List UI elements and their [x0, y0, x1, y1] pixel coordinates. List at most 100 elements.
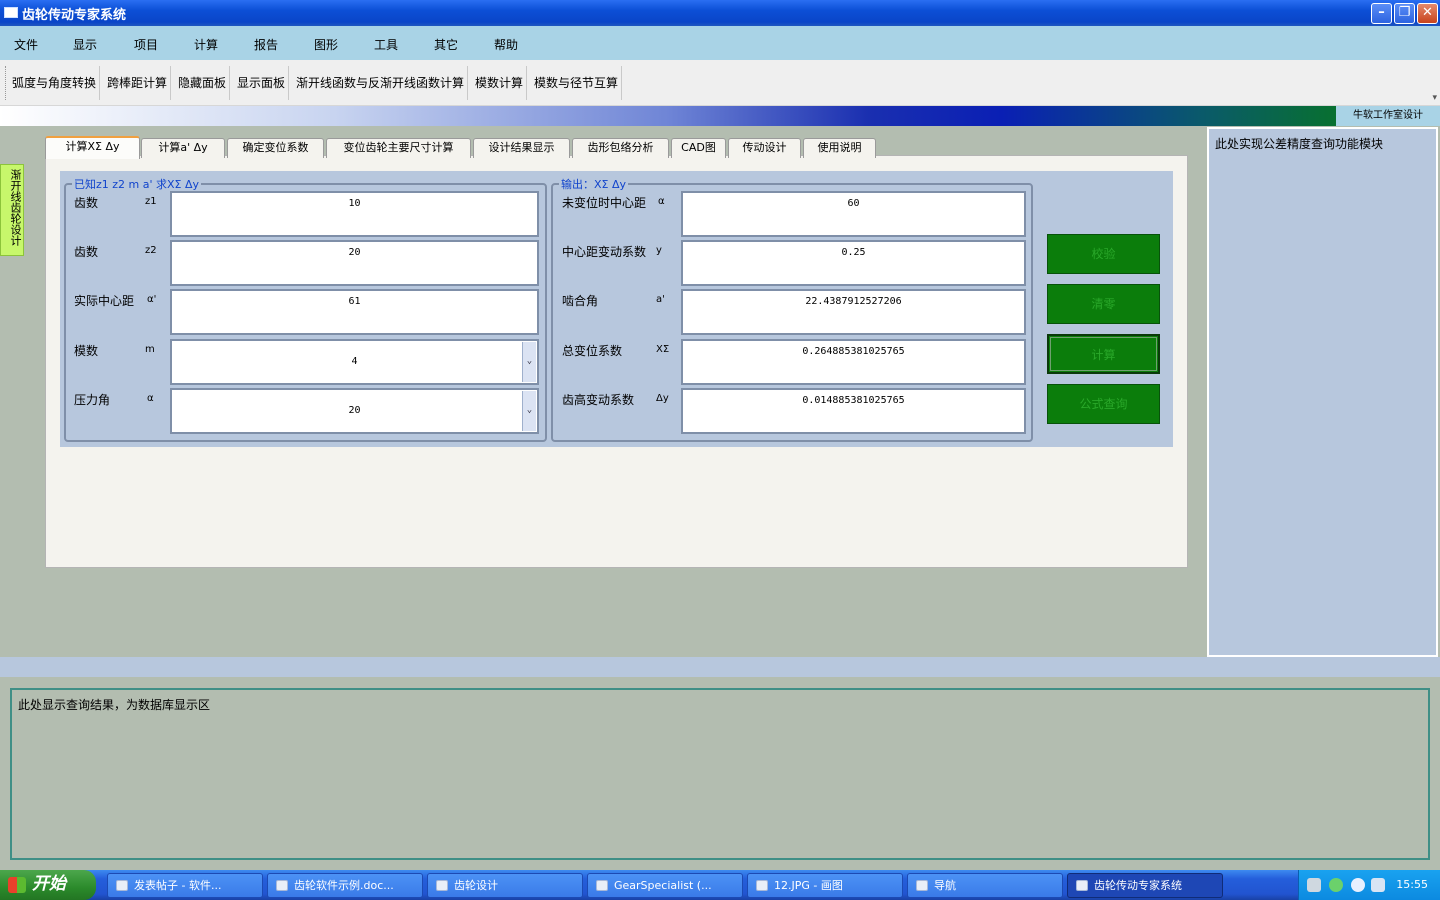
document-icon: [276, 880, 288, 891]
tool-module-calc[interactable]: 模数计算: [472, 66, 528, 100]
toolbar-overflow-icon[interactable]: ▾: [1432, 93, 1437, 103]
tool-radian-degree[interactable]: 弧度与角度转换: [9, 66, 101, 100]
system-tray: 15:55: [1298, 870, 1440, 900]
tool-span-measure[interactable]: 跨棒距计算: [104, 66, 172, 100]
input-center-distance[interactable]: 61: [170, 289, 539, 335]
symbol-alpha-prime: α': [147, 294, 157, 305]
paint-icon: [756, 880, 768, 891]
tab-shift-coef[interactable]: 确定变位系数: [227, 138, 324, 158]
tolerance-panel: 此处实现公差精度查询功能模块: [1207, 127, 1438, 657]
menu-file[interactable]: 文件: [14, 36, 38, 53]
input-z1[interactable]: 10: [170, 191, 539, 237]
tab-profile-analysis[interactable]: 齿形包络分析: [572, 138, 669, 158]
chevron-down-icon[interactable]: ⌄: [522, 391, 536, 431]
menu-bar: 文件 显示 项目 计算 报告 图形 工具 其它 帮助: [0, 26, 1440, 60]
select-module[interactable]: 4 ⌄: [170, 339, 539, 385]
task-navigation[interactable]: 导航: [907, 873, 1063, 898]
output-total-shift-coef: 0.264885381025765: [681, 339, 1026, 385]
task-gear-specialist[interactable]: GearSpecialist (...: [587, 873, 743, 898]
menu-calculate[interactable]: 计算: [194, 36, 218, 53]
task-label: 齿轮设计: [454, 879, 498, 892]
clear-button[interactable]: 清零: [1047, 284, 1160, 324]
tab-main-dimensions[interactable]: 变位齿轮主要尺寸计算: [326, 138, 471, 158]
menu-tools[interactable]: 工具: [374, 36, 398, 53]
symbol-m: m: [145, 344, 155, 355]
label-tooth-height-coef: 齿高变动系数: [562, 393, 635, 407]
task-post-thread[interactable]: 发表帖子 - 软件...: [107, 873, 263, 898]
app-icon: [596, 880, 608, 891]
output-std-center-distance: 60: [681, 191, 1026, 237]
task-label: 12.JPG - 画图: [774, 879, 843, 892]
task-folder[interactable]: 齿轮设计: [427, 873, 583, 898]
menu-view[interactable]: 显示: [73, 36, 97, 53]
restore-button[interactable]: ❐: [1394, 3, 1415, 24]
studio-label: 牛软工作室设计: [1336, 106, 1440, 126]
formula-query-button[interactable]: 公式查询: [1047, 384, 1160, 424]
symbol-alpha: α: [147, 393, 154, 404]
output-meshing-angle: 22.4387912527206: [681, 289, 1026, 335]
database-result-text: 此处显示查询结果，为数据库显示区: [18, 698, 211, 712]
close-button[interactable]: ✕: [1417, 3, 1438, 24]
output-tooth-height-coef: 0.014885381025765: [681, 388, 1026, 434]
menu-help[interactable]: 帮助: [494, 36, 518, 53]
separator-strip: [0, 657, 1440, 677]
symbol-y: y: [656, 245, 662, 256]
start-label: 开始: [32, 874, 66, 894]
calculate-button[interactable]: 计算: [1047, 334, 1160, 374]
toolbar: 弧度与角度转换 跨棒距计算 隐藏面板 显示面板 渐开线函数与反渐开线函数计算 模…: [0, 60, 1440, 106]
symbol-z2: z2: [145, 245, 157, 256]
chevron-left-icon[interactable]: [1351, 878, 1365, 892]
tab-transmission[interactable]: 传动设计: [728, 138, 801, 158]
input-z2[interactable]: 20: [170, 240, 539, 286]
tab-results[interactable]: 设计结果显示: [473, 138, 570, 158]
formula-query-button-label: 公式查询: [1079, 397, 1128, 411]
tool-module-pitch[interactable]: 模数与径节互算: [531, 66, 623, 100]
window-title: 齿轮传动专家系统: [22, 8, 127, 23]
window-icon: [916, 880, 928, 891]
volume-icon[interactable]: [1371, 878, 1385, 892]
select-pressure-angle[interactable]: 20 ⌄: [170, 388, 539, 434]
task-paint[interactable]: 12.JPG - 画图: [747, 873, 903, 898]
menu-other[interactable]: 其它: [434, 36, 458, 53]
symbol-a-prime: a': [656, 294, 665, 305]
tool-involute-function[interactable]: 渐开线函数与反渐开线函数计算: [293, 66, 469, 100]
task-label: GearSpecialist (...: [614, 879, 712, 892]
folder-icon: [436, 880, 448, 891]
menu-report[interactable]: 报告: [254, 36, 278, 53]
tool-show-panel[interactable]: 显示面板: [234, 66, 290, 100]
keyboard-icon[interactable]: [1307, 878, 1321, 892]
label-module: 模数: [74, 344, 99, 358]
start-button[interactable]: 开始: [0, 870, 96, 900]
label-total-shift-coef: 总变位系数: [562, 344, 623, 358]
menu-graphics[interactable]: 图形: [314, 36, 338, 53]
label-meshing-angle: 啮合角: [562, 294, 599, 308]
verify-button[interactable]: 校验: [1047, 234, 1160, 274]
task-label: 导航: [934, 879, 956, 892]
left-vertical-tab[interactable]: 渐开线齿轮设计: [0, 164, 24, 256]
output-center-shift-coef: 0.25: [681, 240, 1026, 286]
menu-project[interactable]: 项目: [134, 36, 158, 53]
minimize-button[interactable]: –: [1371, 3, 1392, 24]
title-bar: 齿轮传动专家系统 – ❐ ✕: [0, 0, 1440, 26]
label-center-distance: 实际中心距: [74, 294, 135, 308]
task-label: 发表帖子 - 软件...: [134, 879, 222, 892]
label-center-shift-coef: 中心距变动系数: [562, 245, 647, 259]
chevron-down-icon[interactable]: ⌄: [522, 342, 536, 382]
tab-cad[interactable]: CAD图: [671, 138, 726, 158]
task-gear-expert[interactable]: 齿轮传动专家系统: [1067, 873, 1223, 898]
tab-manual[interactable]: 使用说明: [803, 138, 876, 158]
windows-flag-icon: [8, 877, 26, 893]
task-label: 齿轮传动专家系统: [1094, 879, 1182, 892]
wifi-icon[interactable]: [1329, 878, 1343, 892]
toolbar-grip[interactable]: [5, 66, 8, 100]
task-word-doc[interactable]: 齿轮软件示例.doc...: [267, 873, 423, 898]
tab-calc-a[interactable]: 计算a' Δy: [141, 138, 225, 158]
input-group-legend: 已知z1 z2 m a' 求XΣ Δy: [72, 176, 202, 192]
label-teeth-z1: 齿数: [74, 196, 99, 210]
symbol-delta-y: Δy: [656, 393, 669, 404]
tool-hide-panel[interactable]: 隐藏面板: [175, 66, 231, 100]
tab-calc-xsum[interactable]: 计算XΣ Δy: [45, 136, 140, 159]
taskbar: 开始 发表帖子 - 软件... 齿轮软件示例.doc... 齿轮设计 GearS…: [0, 870, 1440, 900]
output-group-legend: 输出：XΣ Δy: [559, 176, 629, 192]
app-icon: [4, 7, 18, 18]
